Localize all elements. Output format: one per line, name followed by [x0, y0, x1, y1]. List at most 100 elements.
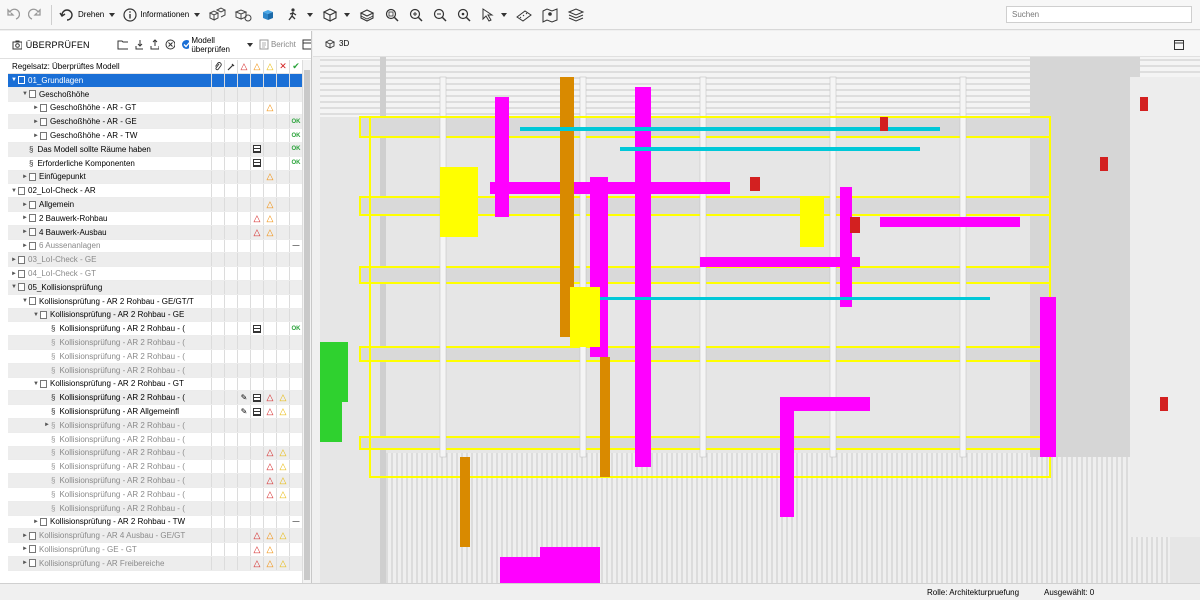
measure-button[interactable] — [511, 2, 537, 28]
tree-row[interactable]: § Kollisionsprüfung - AR 2 Rohbau - ( — [8, 349, 302, 364]
tree-row[interactable]: ▼ Kollisionsprüfung - AR 2 Rohbau - GE — [8, 308, 302, 323]
expand-toggle-icon[interactable]: ► — [21, 174, 29, 180]
ruleset-label: Regelsatz: Überprüftes Modell — [12, 62, 120, 71]
expand-toggle-icon[interactable]: ► — [32, 519, 40, 525]
expand-toggle-icon[interactable]: ► — [21, 546, 29, 552]
zoom-selection-button[interactable] — [452, 2, 476, 28]
ruleset-icon — [29, 559, 36, 568]
tree-row[interactable]: ► Geschoßhöhe - AR - TW OK — [8, 129, 302, 143]
tree-row[interactable]: ► 4 Bauwerk-Ausbau △ △ — [8, 225, 302, 240]
expand-toggle-icon[interactable]: ► — [32, 105, 40, 111]
tree-row[interactable]: ► 04_LoI-Check - GT — [8, 267, 302, 281]
panel-layout-icon[interactable] — [302, 39, 311, 50]
zoom-out-button[interactable] — [428, 2, 452, 28]
open-folder-icon[interactable] — [117, 39, 128, 50]
zoom-fit-button[interactable] — [380, 2, 404, 28]
expand-toggle-icon[interactable]: ► — [43, 422, 51, 428]
expand-toggle-icon[interactable]: ► — [21, 560, 29, 566]
expand-toggle-icon[interactable]: ► — [21, 215, 29, 221]
section-box-button[interactable] — [354, 2, 380, 28]
zoom-in-button[interactable] — [404, 2, 428, 28]
tree-row[interactable]: § Kollisionsprüfung - AR 2 Rohbau - (△ △ — [8, 446, 302, 461]
active-cube-button[interactable] — [256, 2, 280, 28]
status-cell — [250, 239, 263, 253]
tree-row[interactable]: ▼ Geschoßhöhe — [8, 87, 302, 102]
column-headers: △ △ △ ✕ ✔ — [211, 60, 302, 73]
model-tree-button[interactable] — [204, 2, 230, 28]
tree-row[interactable]: § Erforderliche Komponenten OK — [8, 156, 302, 171]
bim-model-render[interactable] — [320, 57, 1200, 583]
tree-row[interactable]: § Kollisionsprüfung - AR 2 Rohbau - ( — [8, 363, 302, 378]
tree-scrollbar[interactable] — [302, 60, 311, 587]
collapse-toggle-icon[interactable]: ▼ — [32, 381, 40, 387]
map-button[interactable] — [537, 2, 563, 28]
3d-viewport[interactable] — [320, 57, 1200, 583]
expand-toggle-icon[interactable]: ► — [21, 243, 29, 249]
tree-row[interactable]: ► 2 Bauwerk-Rohbau △ △ — [8, 211, 302, 226]
redo-button[interactable] — [24, 2, 48, 28]
window-icon[interactable] — [1174, 40, 1184, 50]
export-icon[interactable] — [149, 39, 160, 50]
status-cell — [250, 294, 263, 308]
tree-row[interactable]: ► Kollisionsprüfung - GE - GT △ △ — [8, 543, 302, 557]
critical-warning-icon: △ — [240, 61, 248, 71]
layers-button[interactable] — [563, 2, 589, 28]
tree-row[interactable]: § Kollisionsprüfung - AR 2 Rohbau - ( — [8, 432, 302, 447]
tree-row[interactable]: ► Kollisionsprüfung - AR Freibereiche △ △ △ — [8, 556, 302, 571]
tree-node-label: Kollisionsprüfung - AR 2 Rohbau - ( — [59, 365, 185, 375]
report-button[interactable]: Bericht — [259, 39, 296, 50]
tree-row[interactable]: § Kollisionsprüfung - AR 2 Rohbau - (△ △ — [8, 487, 302, 502]
collapse-toggle-icon[interactable]: ▼ — [21, 91, 29, 97]
status-cell — [289, 543, 302, 556]
tree-row[interactable]: ▼ 05_Kollisionsprüfung — [8, 280, 302, 295]
collapse-toggle-icon[interactable]: ▼ — [10, 284, 18, 290]
tree-row[interactable]: ► Geschoßhöhe - AR - GE OK — [8, 115, 302, 130]
expand-toggle-icon[interactable]: ► — [21, 202, 29, 208]
import-icon[interactable] — [134, 39, 144, 50]
undo-button[interactable] — [0, 2, 24, 28]
tree-row[interactable]: § Das Modell sollte Räume haben OK — [8, 142, 302, 157]
tree-row[interactable]: ▼ 02_LoI-Check - AR — [8, 184, 302, 199]
tree-row[interactable]: § Kollisionsprüfung - AR 2 Rohbau - ( — [8, 501, 302, 516]
tree-row[interactable]: § Kollisionsprüfung - AR 2 Rohbau - ( — [8, 336, 302, 350]
collapse-toggle-icon[interactable]: ▼ — [10, 188, 18, 194]
walk-button[interactable] — [280, 2, 317, 28]
search-input[interactable] — [1006, 6, 1192, 23]
tree-row[interactable]: ► Kollisionsprüfung - AR 2 Rohbau - TW — — [8, 515, 302, 530]
expand-toggle-icon[interactable]: ► — [21, 533, 29, 539]
tree-row[interactable]: ► Allgemein △ — [8, 198, 302, 212]
rotate-button[interactable]: Drehen — [55, 2, 119, 28]
tree-row[interactable]: ► Kollisionsprüfung - AR 4 Ausbau - GE/GT… — [8, 529, 302, 544]
select-tool-button[interactable] — [476, 2, 511, 28]
tree-row[interactable]: ► Einfügepunkt △ — [8, 170, 302, 185]
tree-row[interactable]: ► Geschoßhöhe - AR - GT △ — [8, 101, 302, 116]
tree-row[interactable]: § Kollisionsprüfung - AR 2 Rohbau - (△ △ — [8, 460, 302, 475]
tree-row[interactable]: ▼ 01_Grundlagen — [8, 74, 302, 88]
tree-row[interactable]: ▼ Kollisionsprüfung - AR 2 Rohbau - GE/GT… — [8, 294, 302, 309]
tree-row[interactable]: ► 6 Aussenanlagen — — [8, 239, 302, 254]
information-button[interactable]: Informationen — [119, 2, 204, 28]
check-model-button[interactable]: Modell überprüfen — [181, 36, 253, 54]
tree-row[interactable]: ▼ Kollisionsprüfung - AR 2 Rohbau - GT — [8, 377, 302, 392]
expand-toggle-icon[interactable]: ► — [32, 119, 40, 125]
collapse-toggle-icon[interactable]: ▼ — [10, 77, 18, 83]
filter-objects-button[interactable] — [230, 2, 256, 28]
tree-row[interactable]: ► § Kollisionsprüfung - AR 2 Rohbau - ( — [8, 418, 302, 433]
tree-row[interactable]: § Kollisionsprüfung - AR Allgemeinfl ✎ △ △ — [8, 405, 302, 419]
collapse-toggle-icon[interactable]: ▼ — [32, 312, 40, 318]
tree-row[interactable]: ► 03_LoI-Check - GE — [8, 253, 302, 268]
tree-row[interactable]: § Kollisionsprüfung - AR 2 Rohbau - (✎ △ △ — [8, 391, 302, 406]
scrollbar-thumb[interactable] — [304, 70, 310, 580]
tree-row[interactable]: § Kollisionsprüfung - AR 2 Rohbau - (△ △ — [8, 474, 302, 488]
tree-row[interactable]: § Kollisionsprüfung - AR 2 Rohbau - (OK — [8, 322, 302, 337]
close-circle-icon[interactable] — [165, 39, 175, 50]
col-major-header: △ — [250, 60, 263, 73]
view-cube-button[interactable] — [317, 2, 354, 28]
expand-toggle-icon[interactable]: ► — [10, 257, 18, 263]
ruleset-icon — [29, 214, 36, 223]
expand-toggle-icon[interactable]: ► — [32, 133, 40, 139]
status-columns — [211, 267, 302, 280]
collapse-toggle-icon[interactable]: ▼ — [21, 298, 29, 304]
expand-toggle-icon[interactable]: ► — [21, 229, 29, 235]
expand-toggle-icon[interactable]: ► — [10, 271, 18, 277]
